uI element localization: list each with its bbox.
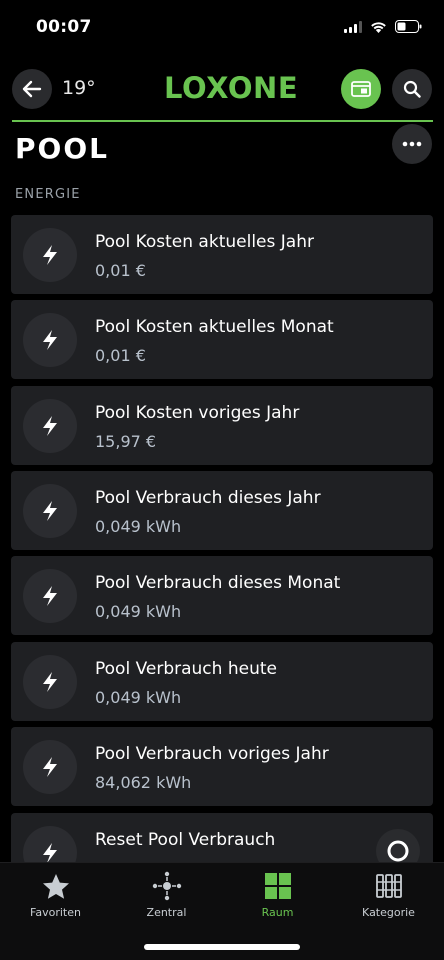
signal-icon — [344, 20, 362, 33]
item-title: Pool Verbrauch dieses Jahr — [95, 488, 321, 508]
back-button[interactable] — [12, 69, 52, 109]
battery-icon — [395, 20, 422, 33]
item-value: 0,01 € — [95, 261, 146, 280]
tab-label: Kategorie — [362, 906, 415, 919]
grid-icon — [264, 873, 291, 899]
status-bar: 00:07 — [0, 0, 444, 58]
search-icon — [403, 80, 421, 98]
item-title: Pool Kosten voriges Jahr — [95, 403, 300, 423]
page-title: POOL — [15, 132, 109, 165]
tab-label: Raum — [261, 906, 294, 919]
item-value: 84,062 kWh — [95, 773, 192, 792]
energy-list: Pool Kosten aktuelles Jahr 0,01 € Pool K… — [11, 215, 433, 862]
list-item[interactable]: Reset Pool Verbrauch — [11, 813, 433, 862]
lightning-icon — [23, 399, 77, 453]
list-item[interactable]: Pool Verbrauch dieses Jahr 0,049 kWh — [11, 471, 433, 550]
item-value: 0,049 kWh — [95, 517, 182, 536]
more-dots-icon — [402, 141, 422, 147]
hub-icon — [152, 871, 181, 901]
tab-label: Favoriten — [30, 906, 81, 919]
status-icons — [344, 20, 422, 33]
wifi-icon — [371, 21, 386, 33]
search-button[interactable] — [392, 69, 432, 109]
lightning-icon — [23, 655, 77, 709]
lightning-icon — [23, 826, 77, 862]
arrow-left-icon — [22, 80, 42, 98]
item-title: Reset Pool Verbrauch — [95, 830, 276, 850]
list-item[interactable]: Pool Verbrauch dieses Monat 0,049 kWh — [11, 556, 433, 635]
list-item[interactable]: Pool Kosten voriges Jahr 15,97 € — [11, 386, 433, 465]
list-item[interactable]: Pool Verbrauch voriges Jahr 84,062 kWh — [11, 727, 433, 806]
item-title: Pool Verbrauch dieses Monat — [95, 573, 341, 593]
temperature-readout: 19° — [62, 77, 96, 99]
status-time: 00:07 — [36, 17, 92, 37]
loxone-logo: LOXONE — [164, 71, 299, 105]
item-title: Pool Verbrauch heute — [95, 659, 277, 679]
tab-label: Zentral — [146, 906, 187, 919]
item-title: Pool Verbrauch voriges Jahr — [95, 744, 329, 764]
header-divider — [12, 120, 433, 122]
lightning-icon — [23, 569, 77, 623]
tab-zentral[interactable]: Zentral — [111, 871, 222, 931]
tab-favoriten[interactable]: Favoriten — [0, 871, 111, 931]
list-item[interactable]: Pool Kosten aktuelles Jahr 0,01 € — [11, 215, 433, 294]
item-value: 0,01 € — [95, 346, 146, 365]
circle-icon — [387, 840, 409, 862]
list-item[interactable]: Pool Verbrauch heute 0,049 kWh — [11, 642, 433, 721]
list-item[interactable]: Pool Kosten aktuelles Monat 0,01 € — [11, 300, 433, 379]
item-value: 0,049 kWh — [95, 602, 182, 621]
camera-button[interactable] — [341, 69, 381, 109]
columns-icon — [375, 874, 402, 898]
lightning-icon — [23, 740, 77, 794]
app-header: 19° LOXONE — [0, 58, 444, 120]
star-icon — [42, 873, 69, 899]
lightning-icon — [23, 313, 77, 367]
item-title: Pool Kosten aktuelles Monat — [95, 317, 334, 337]
item-title: Pool Kosten aktuelles Jahr — [95, 232, 314, 252]
lightning-icon — [23, 484, 77, 538]
home-indicator — [144, 944, 300, 950]
item-value: 0,049 kWh — [95, 688, 182, 707]
tab-kategorie[interactable]: Kategorie — [333, 871, 444, 931]
item-value: 15,97 € — [95, 432, 157, 451]
lightning-icon — [23, 228, 77, 282]
more-options-button[interactable] — [392, 124, 432, 164]
tab-raum[interactable]: Raum — [222, 871, 333, 931]
camera-feed-icon — [351, 81, 371, 97]
section-header-energie: ENERGIE — [15, 187, 81, 202]
